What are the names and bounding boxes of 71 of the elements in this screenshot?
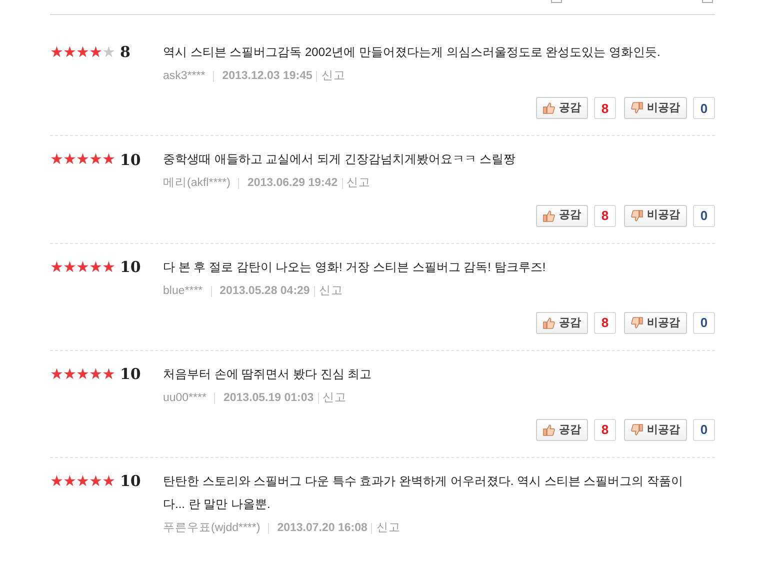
star-icon: ★ — [102, 474, 115, 489]
review-date: 2013.07.20 16:08 — [277, 521, 368, 536]
score: 10 — [120, 150, 141, 170]
like-button[interactable]: 공감 — [536, 312, 588, 334]
star-icon: ★ — [76, 260, 89, 274]
star-icon: ★ — [63, 366, 76, 382]
score: 10 — [120, 256, 141, 278]
star-icon: ★ — [50, 366, 63, 382]
star-icon: ★ — [89, 474, 102, 489]
star-icon: ★ — [102, 152, 115, 168]
thumbs-up-icon — [543, 102, 555, 114]
checkbox-icon — [551, 0, 562, 3]
dislike-count: 0 — [700, 421, 708, 440]
star-icon: ★ — [50, 152, 63, 168]
like-button[interactable]: 공감 — [536, 419, 588, 441]
author-name: ask3**** — [163, 69, 206, 84]
dislike-button[interactable]: 비공감 — [624, 204, 687, 226]
dislike-button[interactable]: 비공감 — [624, 419, 687, 441]
star-icon: ★ — [50, 474, 63, 489]
review-text: 처음부터 손에 땀쥐면서 봤다 진심 최고 — [163, 366, 373, 383]
star-icon: ★ — [102, 45, 115, 60]
review-text: 다 본 후 절로 감탄이 나오는 영화! 거장 스티븐 스필버그 감독! 탐크루즈! — [163, 258, 547, 276]
review-date: 2013.12.03 19:45 — [222, 69, 312, 84]
review-date: 2013.06.29 19:42 — [247, 176, 338, 192]
star-icon: ★ — [76, 45, 89, 60]
star-icon: ★ — [89, 366, 102, 382]
star-icon: ★ — [89, 152, 102, 168]
score: 10 — [120, 364, 141, 385]
review-text: 역시 스티븐 스필버그감독 2002년에 만들어졌다는게 의심스러울정도로 완성도있는 영화인듯. — [163, 44, 662, 61]
star-icon: ★ — [63, 474, 76, 489]
like-button[interactable]: 공감 — [536, 204, 588, 226]
thumbs-down-icon — [631, 424, 643, 436]
thumbs-up-icon — [543, 424, 555, 436]
review-date: 2013.05.19 01:03 — [223, 390, 314, 406]
star-icon: ★ — [50, 45, 63, 60]
review-text: 탄탄한 스토리와 스필버그 다운 특수 효과가 완벽하게 어우러졌다. 역시 스티븐 스필버그의 작품이다... 란 말만 나올뿐. — [163, 473, 684, 513]
star-icon: ★ — [102, 366, 115, 382]
dislike-count: 0 — [700, 100, 708, 118]
score: 10 — [120, 471, 141, 492]
author-name: 푸른우표(wjdd****) — [163, 521, 260, 536]
thumbs-down-icon — [631, 102, 643, 114]
thumbs-up-icon — [543, 210, 555, 222]
star-icon: ★ — [50, 260, 63, 274]
checkbox-icon — [702, 0, 713, 3]
like-button[interactable]: 공감 — [536, 97, 588, 120]
review-text: 중학생때 애들하고 교실에서 되게 긴장감넘치게봤어요ㅋㅋ 스릴짱 — [163, 151, 517, 168]
like-count: 8 — [601, 314, 609, 332]
author-name: 메리(akfl****) — [163, 176, 230, 192]
like-count: 8 — [601, 206, 609, 225]
thumbs-down-icon — [631, 210, 643, 222]
author-name: uu00**** — [163, 390, 206, 406]
dislike-count: 0 — [700, 314, 708, 332]
thumbs-down-icon — [631, 316, 643, 329]
star-icon: ★ — [102, 260, 115, 274]
dislike-count: 0 — [700, 206, 708, 225]
dislike-button[interactable]: 비공감 — [624, 97, 687, 120]
star-icon: ★ — [63, 152, 76, 168]
star-icon: ★ — [76, 152, 89, 168]
star-icon: ★ — [76, 366, 89, 382]
dislike-button[interactable]: 비공감 — [624, 312, 687, 334]
thumbs-up-icon — [543, 316, 555, 329]
star-icon: ★ — [63, 260, 76, 274]
like-count: 8 — [601, 100, 609, 118]
star-icon: ★ — [89, 260, 102, 274]
star-icon: ★ — [76, 474, 89, 489]
score: 8 — [120, 42, 130, 64]
like-count: 8 — [601, 421, 609, 440]
star-icon: ★ — [89, 45, 102, 60]
review-date: 2013.05.28 04:29 — [220, 284, 310, 298]
author-name: blue**** — [163, 284, 203, 298]
star-icon: ★ — [63, 45, 76, 60]
